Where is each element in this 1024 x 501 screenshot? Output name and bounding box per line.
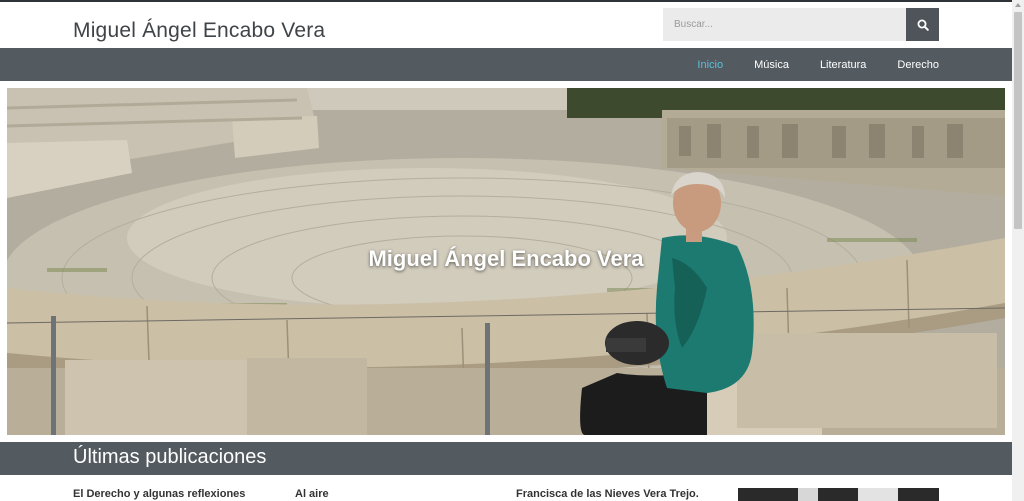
search-button[interactable] bbox=[906, 8, 939, 41]
section-title: Últimas publicaciones bbox=[73, 446, 267, 468]
nav-item-literatura[interactable]: Literatura bbox=[820, 59, 866, 71]
post-thumbnail-image bbox=[738, 488, 939, 501]
nav-item-musica[interactable]: Música bbox=[754, 59, 789, 71]
post-thumbnail[interactable] bbox=[738, 488, 939, 501]
site-title[interactable]: Miguel Ángel Encabo Vera bbox=[73, 19, 325, 43]
main-navbar: Inicio Música Literatura Derecho bbox=[0, 48, 1012, 81]
top-border bbox=[0, 0, 1012, 2]
hero-banner: Miguel Ángel Encabo Vera bbox=[7, 88, 1005, 435]
nav-item-inicio[interactable]: Inicio bbox=[697, 59, 723, 71]
post-title[interactable]: El Derecho y algunas reflexiones bbox=[73, 488, 245, 500]
post-title[interactable]: Al aire bbox=[295, 488, 329, 500]
scroll-up-arrow-icon[interactable] bbox=[1015, 3, 1021, 7]
scrollbar-thumb[interactable] bbox=[1014, 12, 1022, 229]
search-input[interactable] bbox=[663, 8, 906, 41]
post-title[interactable]: Francisca de las Nieves Vera Trejo. bbox=[516, 488, 699, 500]
page-scrollbar[interactable] bbox=[1012, 0, 1024, 501]
page: Miguel Ángel Encabo Vera Inicio Música L… bbox=[0, 0, 1012, 501]
search-icon bbox=[917, 19, 929, 31]
hero-title: Miguel Ángel Encabo Vera bbox=[368, 246, 644, 271]
search-form bbox=[663, 8, 939, 41]
section-header: Últimas publicaciones bbox=[0, 442, 1012, 475]
nav-item-derecho[interactable]: Derecho bbox=[897, 59, 939, 71]
main-nav: Inicio Música Literatura Derecho bbox=[666, 48, 939, 81]
